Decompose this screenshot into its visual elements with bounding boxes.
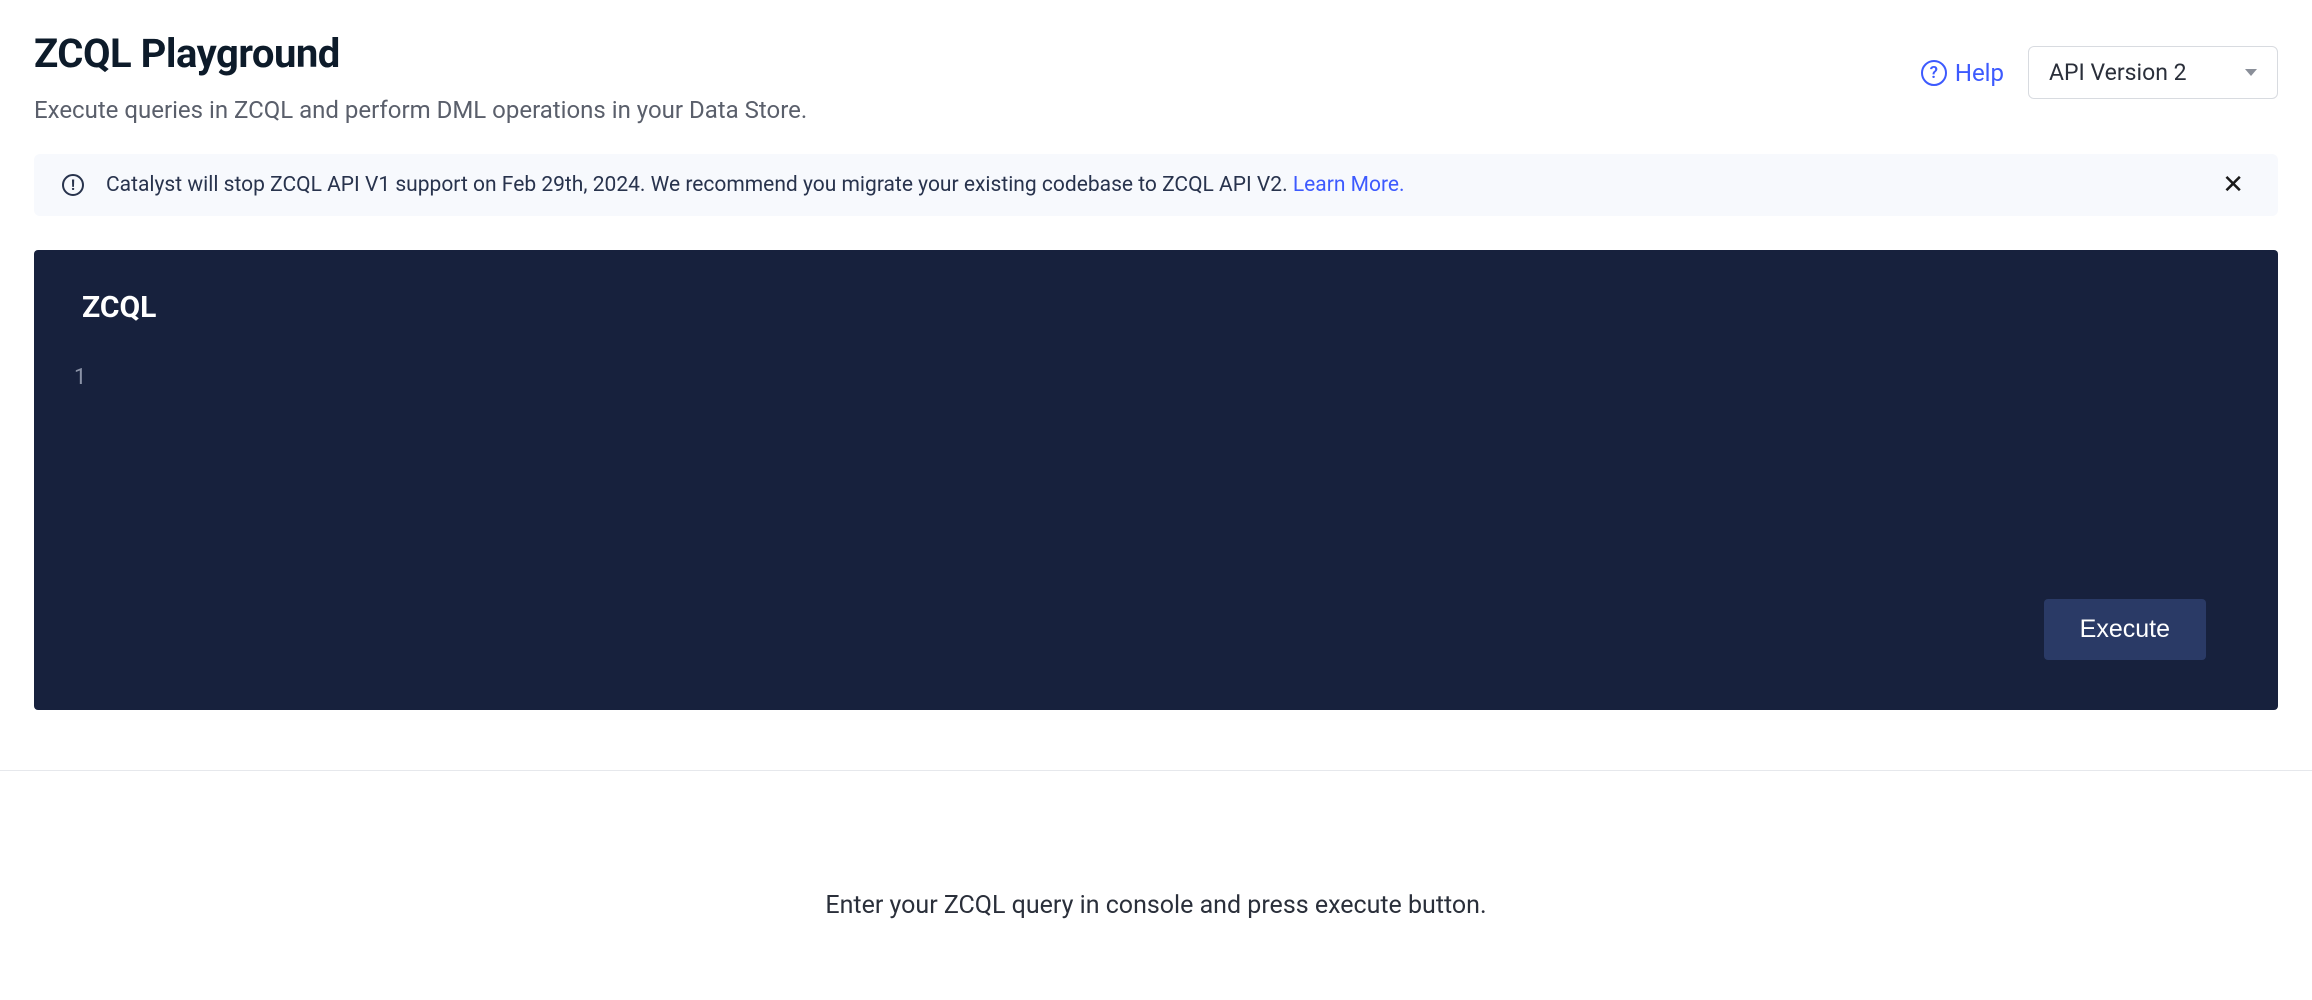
deprecation-notice: ! Catalyst will stop ZCQL API V1 support… xyxy=(34,154,2278,216)
line-number: 1 xyxy=(70,365,100,525)
execute-button[interactable]: Execute xyxy=(2044,599,2206,660)
help-label: Help xyxy=(1955,59,2004,87)
learn-more-link[interactable]: Learn More. xyxy=(1293,173,1405,197)
notice-text: Catalyst will stop ZCQL API V1 support o… xyxy=(106,173,1405,197)
page-subtitle: Execute queries in ZCQL and perform DML … xyxy=(34,96,807,124)
help-link[interactable]: ? Help xyxy=(1921,59,2004,87)
query-input[interactable] xyxy=(100,365,2242,525)
editor-label: ZCQL xyxy=(82,290,2242,325)
api-version-select[interactable]: API Version 2 xyxy=(2028,46,2278,99)
query-editor-panel: ZCQL 1 Execute xyxy=(34,250,2278,710)
section-divider xyxy=(0,770,2312,771)
api-version-selected: API Version 2 xyxy=(2049,59,2187,86)
page-title: ZCQL Playground xyxy=(34,30,807,78)
empty-state-hint: Enter your ZCQL query in console and pre… xyxy=(34,891,2278,920)
notice-message: Catalyst will stop ZCQL API V1 support o… xyxy=(106,173,1293,197)
help-icon: ? xyxy=(1921,60,1947,86)
close-icon[interactable]: ✕ xyxy=(2216,172,2250,198)
alert-icon: ! xyxy=(62,174,84,196)
chevron-down-icon xyxy=(2245,69,2257,76)
